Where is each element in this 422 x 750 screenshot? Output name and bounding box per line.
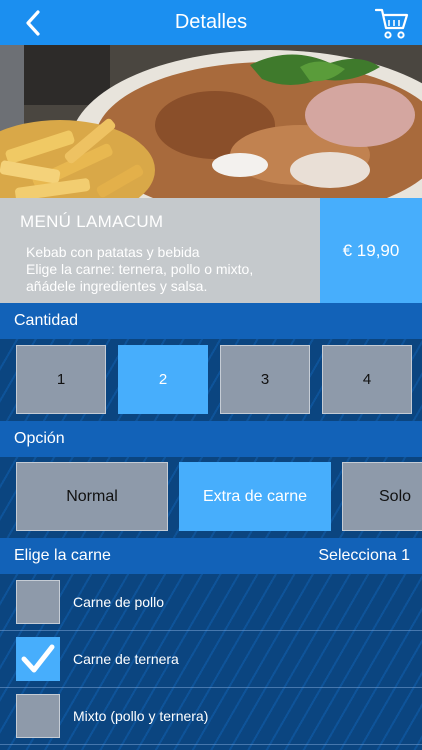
meat-item-pollo[interactable]: Carne de pollo (0, 574, 422, 631)
back-button[interactable] (18, 8, 48, 38)
quantity-option-2[interactable]: 2 (118, 345, 208, 414)
quantity-selector: 1 2 3 4 (0, 339, 422, 421)
meat-item-label: Carne de pollo (73, 594, 165, 610)
product-price: € 19,90 (320, 198, 422, 303)
quantity-label: Cantidad (14, 312, 79, 329)
product-description: Kebab con patatas y bebida Elige la carn… (20, 244, 300, 295)
quantity-option-3[interactable]: 3 (220, 345, 310, 414)
nav-bar: Detalles (0, 0, 422, 45)
option-solo[interactable]: Solo (342, 462, 422, 531)
cart-button[interactable] (372, 4, 412, 42)
checkmark-icon (21, 644, 55, 673)
option-section-header: Opción (0, 421, 422, 457)
option-normal[interactable]: Normal (16, 462, 168, 531)
description-line: Elige la carne: ternera, pollo o mixto, (26, 261, 254, 277)
meat-label: Elige la carne (14, 547, 111, 564)
meat-item-ternera[interactable]: Carne de ternera (0, 631, 422, 688)
meat-item-label: Mixto (pollo y ternera) (73, 708, 209, 724)
meat-list: Carne de pollo Carne de ternera Mixto (p… (0, 574, 422, 750)
product-info: MENÚ LAMACUM Kebab con patatas y bebida … (0, 198, 320, 303)
page-title: Detalles (174, 11, 248, 33)
quantity-option-1[interactable]: 1 (16, 345, 106, 414)
meat-item-mixto[interactable]: Mixto (pollo y ternera) (0, 688, 422, 745)
description-line: añádele ingredientes y salsa. (26, 278, 208, 294)
checkbox[interactable] (16, 580, 60, 624)
option-label: Opción (14, 430, 65, 447)
quantity-section-header: Cantidad (0, 303, 422, 339)
chevron-left-icon (26, 10, 40, 36)
product-name: MENÚ LAMACUM (20, 212, 164, 231)
kebab-plate-image (0, 45, 422, 198)
checkbox[interactable] (16, 637, 60, 681)
description-line: Kebab con patatas y bebida (26, 244, 200, 260)
meat-item-label: Carne de ternera (73, 651, 179, 667)
option-selector: Normal Extra de carne Solo (0, 457, 422, 539)
option-extra-carne[interactable]: Extra de carne (179, 462, 331, 531)
shopping-cart-icon (375, 8, 409, 39)
quantity-option-4[interactable]: 4 (322, 345, 412, 414)
meat-selection-hint: Selecciona 1 (318, 547, 410, 564)
checkbox[interactable] (16, 694, 60, 738)
product-photo (0, 45, 422, 198)
meat-section-header: Elige la carne Selecciona 1 (0, 538, 422, 574)
